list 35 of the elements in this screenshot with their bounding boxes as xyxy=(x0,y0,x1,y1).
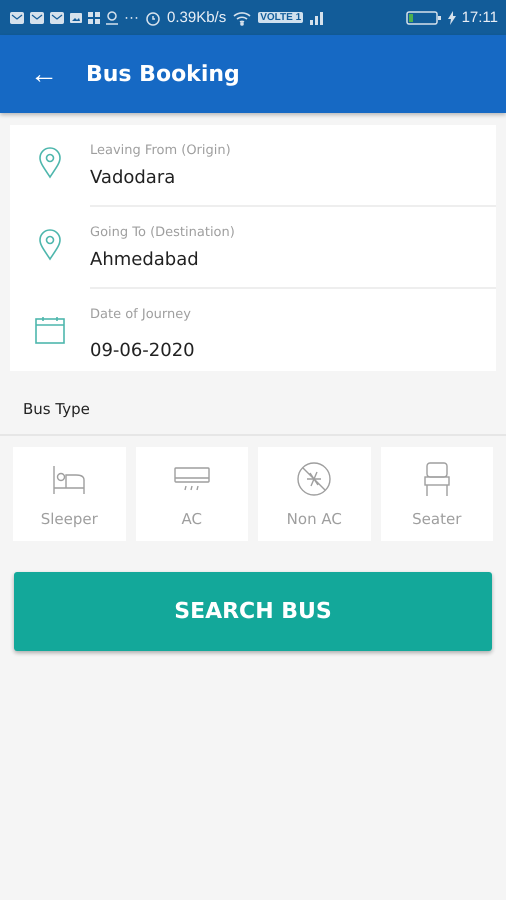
network-speed: 0.39Kb/s xyxy=(167,9,226,26)
field-value: 09-06-2020 xyxy=(90,340,196,361)
battery-icon xyxy=(406,10,442,26)
field-label: Leaving From (Origin) xyxy=(90,143,232,158)
field-value: Vadodara xyxy=(90,167,176,188)
screen-title: Bus Booking xyxy=(86,62,240,86)
back-button[interactable]: ← xyxy=(30,60,58,88)
bus-type-option[interactable]: Non AC xyxy=(258,447,370,541)
calendar-icon xyxy=(35,316,65,344)
mail-icon xyxy=(30,12,44,24)
no-air-conditioning-icon xyxy=(295,460,334,498)
input-field[interactable]: Date of Journey 09-06-2020 xyxy=(90,289,496,371)
wifi-icon xyxy=(232,10,252,26)
mail-icon xyxy=(50,12,64,24)
field-label: Going To (Destination) xyxy=(90,225,236,240)
bus-type-option[interactable]: Seater xyxy=(380,447,493,541)
bus-type-option[interactable]: AC xyxy=(136,447,248,541)
location-pin-icon xyxy=(38,229,62,261)
image-icon xyxy=(70,12,82,22)
clock-time: 17:11 xyxy=(462,9,498,26)
app-grid-icon xyxy=(88,12,100,24)
search-bus-button[interactable]: SEARCH BUS xyxy=(14,572,492,651)
input-field[interactable]: Going To (Destination) Ahmedabad xyxy=(90,207,496,289)
mail-icon xyxy=(10,12,24,24)
alarm-icon xyxy=(145,10,161,26)
field-label: Date of Journey xyxy=(90,307,192,322)
bus-type-option[interactable]: Sleeper xyxy=(13,447,126,541)
input-field[interactable]: Leaving From (Origin) Vadodara xyxy=(90,125,496,207)
volte-badge: VOLTE 1 xyxy=(258,12,304,23)
location-pin-icon xyxy=(38,147,62,179)
more-notifications: ··· xyxy=(124,9,139,26)
person-icon xyxy=(106,10,118,24)
charging-icon xyxy=(448,10,456,24)
field-value: Ahmedabad xyxy=(90,249,200,270)
section-heading: Bus Type xyxy=(0,371,506,436)
